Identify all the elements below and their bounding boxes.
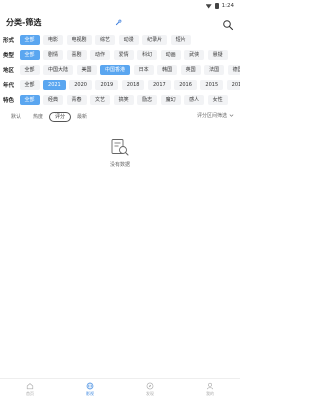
status-time: 1:24 [221, 3, 234, 9]
globe-icon [86, 382, 94, 390]
filter-chip[interactable]: 2015 [200, 79, 224, 90]
filter-chip[interactable]: 剧情 [43, 49, 64, 60]
filter-chip[interactable]: 法国 [204, 64, 225, 75]
filter-chip[interactable]: 喜剧 [66, 49, 87, 60]
rating-range-filter[interactable]: 评分区间筛选 [197, 112, 234, 119]
sort-default[interactable]: 默认 [5, 112, 27, 122]
filter-chip[interactable]: 动画 [160, 49, 181, 60]
filter-label: 地区 [3, 67, 15, 74]
tab-label: 影视 [86, 391, 94, 396]
filter-chip[interactable]: 全部 [19, 34, 40, 45]
tools-icon[interactable] [113, 17, 123, 27]
rating-range-label: 评分区间筛选 [196, 113, 227, 119]
filter-chip[interactable]: 全部 [19, 64, 40, 75]
filter-chip[interactable]: 动作 [90, 49, 111, 60]
filter-chip[interactable]: 2019 [95, 79, 119, 90]
filter-chip[interactable]: 全部 [19, 49, 40, 60]
filter-chip[interactable]: 韩国 [157, 64, 178, 75]
filter-chip[interactable]: 全部 [19, 94, 40, 105]
filter-chip[interactable]: 美国 [76, 64, 97, 75]
filter-chip[interactable]: 中国大陆 [43, 64, 74, 75]
filter-chip[interactable]: 全部 [19, 79, 40, 90]
compass-icon [146, 382, 154, 390]
filter-chip[interactable]: 文艺 [90, 94, 111, 105]
filter-chip[interactable]: 感人 [184, 94, 205, 105]
tab-discover[interactable]: 发现 [120, 379, 180, 400]
filter-chip[interactable]: 爱情 [113, 49, 134, 60]
filter-row: 地区全部中国大陆美国中国香港日本韩国英国法国德国 [0, 62, 240, 77]
filter-chip[interactable]: 2014 [226, 79, 240, 90]
wifi-icon [205, 4, 212, 9]
tab-movies[interactable]: 影视 [60, 379, 120, 400]
filter-chip[interactable]: 综艺 [95, 34, 116, 45]
filter-chip[interactable]: 武侠 [184, 49, 205, 60]
filter-chip[interactable]: 悬疑 [207, 49, 228, 60]
filter-row: 年代全部20212020201920182017201620152014 [0, 77, 240, 92]
filter-label: 形式 [3, 37, 15, 44]
tab-label: 我的 [206, 391, 214, 396]
filter-chip[interactable]: 青春 [66, 94, 87, 105]
filter-row: 形式 全部 电影 电视剧 综艺 动漫 纪录片 短片 [0, 32, 240, 47]
filter-chip[interactable]: 励志 [137, 94, 158, 105]
user-icon [206, 382, 214, 390]
bottom-tabbar: 首页 影视 发现 我的 [0, 378, 240, 400]
filter-chip[interactable]: 2020 [69, 79, 92, 90]
filter-label: 类型 [3, 52, 15, 59]
empty-state: 没有数据 [0, 138, 240, 168]
battery-icon [214, 3, 219, 9]
filter-row: 类型 全部 剧情 喜剧 动作 爱情 科幻 动画 武侠 悬疑 [0, 47, 240, 62]
filter-chip[interactable]: 电视剧 [66, 34, 92, 45]
filter-panel: 形式 全部 电影 电视剧 综艺 动漫 纪录片 短片 类型 全部 剧情 喜剧 动作 爱情 科幻 动画 武侠 悬疑 地区… [0, 32, 240, 107]
sort-latest[interactable]: 最新 [71, 112, 93, 122]
header: 分类-筛选 [0, 12, 240, 32]
filter-label: 年代 [3, 82, 15, 89]
filter-chip[interactable]: 魔幻 [160, 94, 181, 105]
status-bar: 1:24 [0, 0, 240, 12]
home-icon [26, 383, 34, 390]
filter-chip[interactable]: 2021 [43, 79, 66, 90]
filter-chip[interactable]: 2016 [174, 79, 197, 90]
tab-home[interactable]: 首页 [0, 379, 60, 400]
filter-chip[interactable]: 女性 [207, 94, 228, 105]
filter-label: 特色 [3, 97, 15, 104]
filter-chip[interactable]: 德国 [227, 64, 240, 75]
sort-hot[interactable]: 热度 [27, 112, 49, 122]
filter-chip[interactable]: 动漫 [118, 34, 139, 45]
search-icon[interactable] [222, 16, 234, 31]
filter-chip[interactable]: 搞笑 [113, 94, 134, 105]
chevron-down-icon [229, 114, 234, 117]
filter-chip[interactable]: 科幻 [137, 49, 158, 60]
empty-data-icon [111, 139, 129, 156]
filter-chip[interactable]: 中国香港 [100, 64, 131, 75]
filter-chip[interactable]: 日本 [133, 64, 154, 75]
filter-row: 特色 全部 经典 青春 文艺 搞笑 励志 魔幻 感人 女性 [0, 92, 240, 107]
filter-chip[interactable]: 经典 [43, 94, 64, 105]
tab-profile[interactable]: 我的 [180, 379, 240, 400]
filter-chip[interactable]: 英国 [180, 64, 201, 75]
sort-bar: 默认 热度 评分 最新 评分区间筛选 [0, 109, 240, 125]
tab-label: 首页 [26, 391, 34, 396]
filter-chip[interactable]: 电影 [43, 34, 64, 45]
page-title: 分类-筛选 [6, 17, 42, 27]
filter-chip[interactable]: 2018 [121, 79, 145, 90]
tab-label: 发现 [146, 391, 154, 396]
filter-chip[interactable]: 2017 [147, 79, 171, 90]
empty-text: 没有数据 [109, 162, 130, 168]
filter-chip[interactable]: 短片 [170, 34, 191, 45]
filter-chip[interactable]: 纪录片 [142, 34, 168, 45]
sort-rating[interactable]: 评分 [49, 112, 71, 122]
